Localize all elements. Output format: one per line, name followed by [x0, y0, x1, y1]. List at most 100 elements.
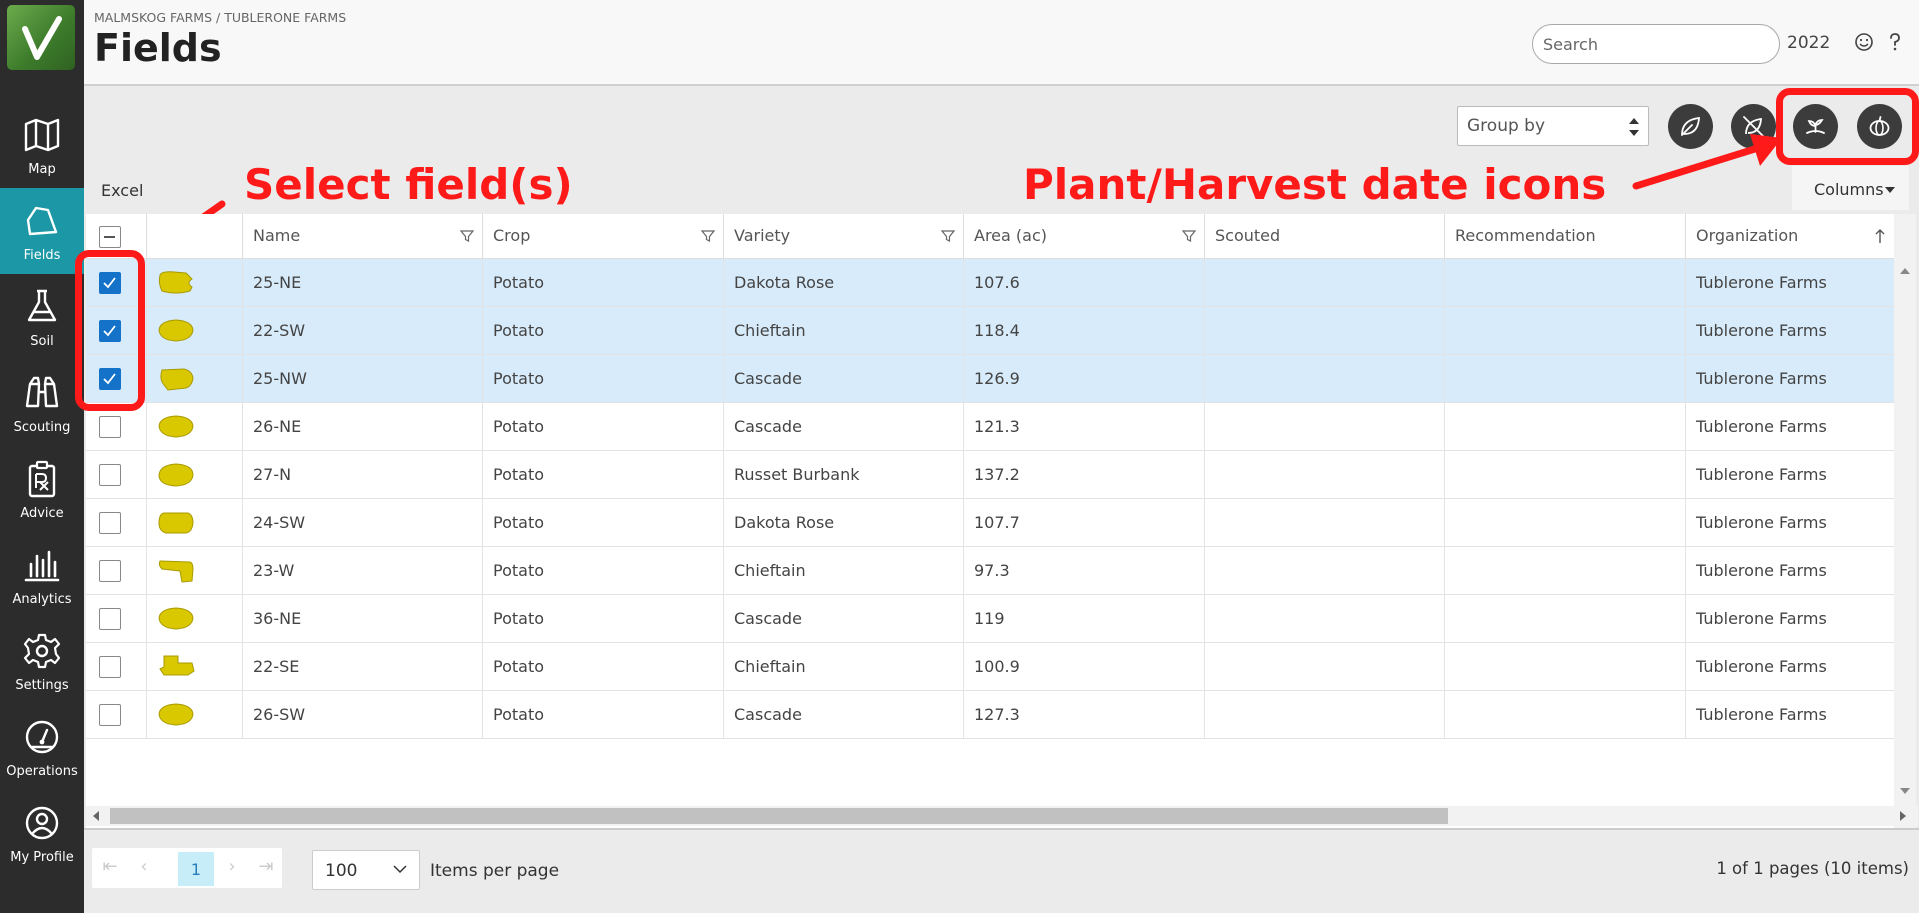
cell-crop: Potato: [482, 643, 723, 691]
cell-crop: Potato: [482, 451, 723, 499]
cell-recommendation: [1444, 643, 1685, 691]
cell-recommendation: [1444, 451, 1685, 499]
horizontal-scrollbar[interactable]: [86, 806, 1918, 826]
header-area[interactable]: Area (ac): [963, 214, 1204, 259]
cell-variety: Chieftain: [723, 307, 963, 355]
app-logo[interactable]: [7, 5, 75, 70]
header-name[interactable]: Name: [242, 214, 482, 259]
scroll-right-icon[interactable]: [1900, 811, 1906, 821]
table-row[interactable]: 26-SW Potato Cascade 127.3 Tublerone Farms: [86, 691, 1894, 739]
filter-icon[interactable]: [941, 229, 955, 243]
header-crop[interactable]: Crop: [482, 214, 723, 259]
header-scouted[interactable]: Scouted: [1204, 214, 1444, 259]
field-shape-icon: [158, 415, 194, 438]
items-per-page-label: Items per page: [430, 861, 560, 881]
table-row[interactable]: 26-NE Potato Cascade 121.3 Tublerone Farms: [86, 403, 1894, 451]
columns-button[interactable]: Columns: [1792, 166, 1909, 210]
caret-down-icon: [1885, 187, 1895, 193]
cell-name: 22-SE: [242, 643, 482, 691]
filter-icon[interactable]: [1182, 229, 1196, 243]
checkmark-logo-icon: [22, 16, 62, 60]
breadcrumb[interactable]: MALMSKOG FARMS / TUBLERONE FARMS: [94, 10, 346, 25]
table-row[interactable]: 36-NE Potato Cascade 119 Tublerone Farms: [86, 595, 1894, 643]
header-organization[interactable]: Organization: [1685, 214, 1894, 259]
row-select-cell: [86, 691, 146, 739]
cell-variety: Cascade: [723, 691, 963, 739]
header-recommendation[interactable]: Recommendation: [1444, 214, 1685, 259]
row-checkbox[interactable]: [99, 512, 121, 534]
row-checkbox[interactable]: [99, 464, 121, 486]
page-title: Fields: [94, 26, 222, 70]
flask-icon: [27, 289, 57, 322]
cell-scouted: [1204, 451, 1444, 499]
table-row[interactable]: 25-NW Potato Cascade 126.9 Tublerone Farms: [86, 355, 1894, 403]
prev-page-icon[interactable]: ‹: [126, 848, 162, 888]
cell-recommendation: [1444, 403, 1685, 451]
header-organization-label: Organization: [1696, 226, 1799, 245]
last-page-icon[interactable]: ⇥: [248, 848, 284, 888]
help-icon[interactable]: [1886, 32, 1904, 52]
cell-area: 100.9: [963, 643, 1204, 691]
annotation-plant-harvest: Plant/Harvest date icons: [1023, 160, 1607, 209]
year-selector[interactable]: 2022: [1787, 33, 1830, 53]
scroll-left-icon[interactable]: [93, 811, 99, 821]
filter-icon[interactable]: [460, 229, 474, 243]
filter-icon[interactable]: [701, 229, 715, 243]
page-number-current[interactable]: 1: [178, 852, 214, 886]
nav-label-operations: Operations: [6, 764, 78, 779]
cell-recommendation: [1444, 499, 1685, 547]
gauge-icon: [25, 720, 59, 754]
cell-name: 22-SW: [242, 307, 482, 355]
table-row[interactable]: 27-N Potato Russet Burbank 137.2 Tublerone F…: [86, 451, 1894, 499]
nav-item-soil[interactable]: Soil: [0, 274, 84, 360]
header-area-label: Area (ac): [974, 226, 1047, 245]
select-all-checkbox[interactable]: [99, 226, 121, 248]
items-per-page-value: 100: [325, 861, 358, 881]
smiley-icon[interactable]: [1854, 32, 1874, 52]
row-select-cell: [86, 499, 146, 547]
nav-label-analytics: Analytics: [12, 592, 72, 607]
row-select-cell: [86, 547, 146, 595]
prescription-icon: [28, 460, 56, 498]
next-page-icon[interactable]: ›: [214, 848, 250, 888]
table-row[interactable]: 24-SW Potato Dakota Rose 107.7 Tublerone Far…: [86, 499, 1894, 547]
row-checkbox[interactable]: [99, 416, 121, 438]
search-input[interactable]: [1532, 24, 1780, 64]
cell-scouted: [1204, 403, 1444, 451]
cell-variety: Dakota Rose: [723, 259, 963, 307]
vertical-scrollbar[interactable]: [1894, 214, 1916, 828]
sort-ascending-icon[interactable]: [1874, 228, 1886, 244]
cell-name: 27-N: [242, 451, 482, 499]
row-checkbox[interactable]: [99, 560, 121, 582]
nav-item-operations[interactable]: Operations: [0, 704, 84, 790]
nav-item-settings[interactable]: Settings: [0, 618, 84, 704]
nav-item-map[interactable]: Map: [0, 102, 84, 188]
nav-item-scouting[interactable]: Scouting: [0, 360, 84, 446]
nav-item-analytics[interactable]: Analytics: [0, 532, 84, 618]
page-header: MALMSKOG FARMS / TUBLERONE FARMS Fields …: [84, 0, 1919, 86]
header-variety[interactable]: Variety: [723, 214, 963, 259]
table-row[interactable]: 22-SW Potato Chieftain 118.4 Tublerone Farms: [86, 307, 1894, 355]
table-row[interactable]: 25-NE Potato Dakota Rose 107.6 Tublerone Far…: [86, 259, 1894, 307]
scrollbar-thumb[interactable]: [110, 808, 1448, 824]
items-per-page-select[interactable]: 100: [312, 850, 420, 890]
table-row[interactable]: 23-W Potato Chieftain 97.3 Tublerone Farms: [86, 547, 1894, 595]
cell-scouted: [1204, 307, 1444, 355]
scroll-down-icon[interactable]: [1900, 788, 1910, 794]
header-crop-label: Crop: [493, 226, 531, 245]
row-checkbox[interactable]: [99, 704, 121, 726]
cell-name: 26-NE: [242, 403, 482, 451]
cell-variety: Chieftain: [723, 547, 963, 595]
nav-item-fields[interactable]: Fields: [0, 188, 84, 274]
excel-export-button[interactable]: Excel: [101, 181, 143, 200]
nav-item-my-profile[interactable]: My Profile: [0, 790, 84, 876]
table-row[interactable]: 22-SE Potato Chieftain 100.9 Tublerone Farms: [86, 643, 1894, 691]
scroll-up-icon[interactable]: [1900, 268, 1910, 274]
group-by-select[interactable]: Group by: [1457, 106, 1649, 146]
first-page-icon[interactable]: ⇤: [92, 848, 128, 888]
field-shape-icon: [160, 368, 194, 391]
row-checkbox[interactable]: [99, 608, 121, 630]
row-checkbox[interactable]: [99, 656, 121, 678]
nav-item-advice[interactable]: Advice: [0, 446, 84, 532]
sidebar: Map Fields Soil Scouting Advice Analytic…: [0, 0, 84, 913]
